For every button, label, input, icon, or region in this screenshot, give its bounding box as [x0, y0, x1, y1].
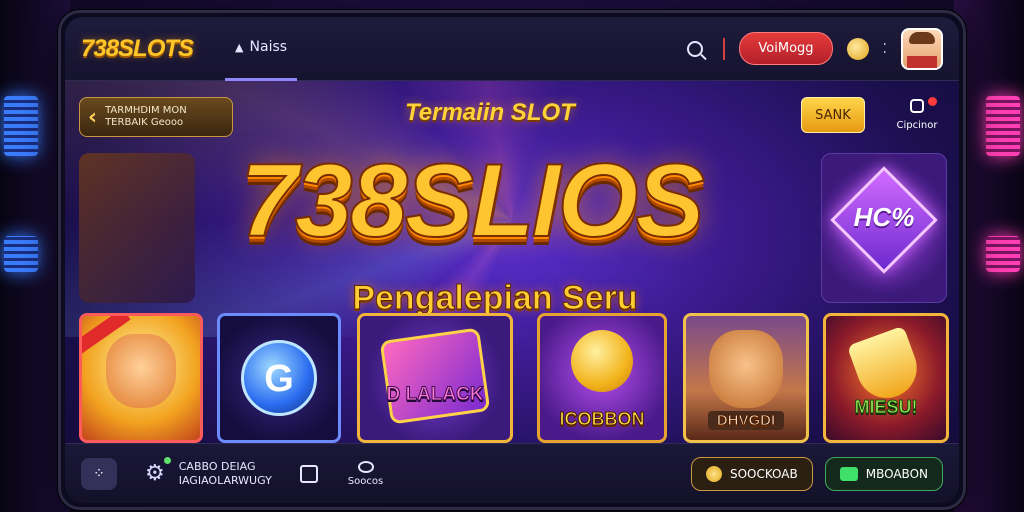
divider	[723, 37, 726, 60]
promo-chip-line1: TARMHDIM MON	[105, 105, 187, 116]
bottom-info-line2: IAGIAOLARWUGY	[178, 473, 272, 487]
promo-chip-line2: TERBAIK Geooo	[105, 117, 184, 128]
deposit-button[interactable]: SOOCKOAB	[690, 456, 813, 491]
nav-tab-label: Naiss	[249, 39, 288, 55]
game-label: DHVGDI	[708, 411, 784, 430]
top-right-actions: VoiMogg · ·	[681, 27, 943, 70]
game-tile-lalack[interactable]: D LALACK	[357, 313, 513, 443]
settings-button[interactable]: ⚙	[145, 457, 171, 486]
more-dots-icon[interactable]: · ·	[883, 38, 887, 60]
nav-tab-active[interactable]: ▲ Naiss	[225, 17, 298, 81]
bell-icon	[846, 325, 926, 407]
game-label: D LALACK	[386, 384, 484, 406]
gift-label: Cipcinor	[896, 120, 938, 131]
tiger-icon	[106, 334, 176, 408]
chat-nav-label: Soocos	[347, 475, 384, 487]
side-badge-label: HC%	[853, 202, 915, 232]
gem-box-icon	[379, 327, 491, 425]
game-tile-icobbon[interactable]: ICOBBON	[537, 313, 667, 443]
bag-icon[interactable]	[299, 464, 318, 483]
hero-side-card-right[interactable]: HC%	[821, 153, 947, 303]
home-button[interactable]: ⁘	[81, 457, 117, 490]
grid-icon: ⁘	[93, 465, 105, 482]
site-logo[interactable]: 738SLOTS	[81, 35, 194, 63]
game-tile-coin[interactable]: G	[217, 313, 341, 443]
coin-icon[interactable]	[846, 37, 869, 60]
avatar[interactable]	[901, 27, 943, 70]
game-label: G	[264, 358, 294, 400]
stage-light	[4, 96, 38, 156]
chat-nav-button[interactable]: Soocos	[347, 460, 384, 487]
search-icon	[687, 40, 704, 57]
hero-title: 738SLIOS	[239, 142, 706, 260]
message-label: MBOABON	[865, 466, 928, 481]
notification-dot	[928, 97, 937, 106]
search-button[interactable]	[681, 35, 709, 63]
stage-light	[986, 96, 1020, 156]
triangle-icon: ▲	[235, 40, 244, 54]
message-icon	[839, 466, 858, 481]
bottom-bar: ⁘ ⚙ CABBO DEIAG IAGIAOLARWUGY Soocos SOO…	[65, 443, 959, 503]
bottom-info: CABBO DEIAG IAGIAOLARWUGY	[179, 460, 272, 488]
gift-icon	[910, 99, 924, 113]
game-tile-tiger[interactable]	[79, 313, 203, 443]
stage-light	[986, 236, 1020, 272]
gear-icon: ⚙	[145, 461, 165, 486]
smiley-coin-icon	[571, 330, 633, 392]
bottom-right-actions: SOOCKOAB MBOABON	[690, 456, 943, 491]
game-tile-wolf[interactable]: DHVGDI	[683, 313, 809, 443]
game-label: ICOBBON	[559, 409, 645, 430]
game-tile-miesu[interactable]: MIESU!	[823, 313, 949, 443]
game-label: MIESU!	[854, 397, 918, 418]
chevron-left-icon: ‹	[88, 104, 98, 130]
app-screen: 738SLOTS ▲ Naiss VoiMogg · · ‹ TARMHDIM M…	[65, 17, 959, 503]
status-dot	[163, 457, 171, 464]
deposit-label: SOOCKOAB	[729, 466, 798, 481]
stage-light	[4, 236, 38, 272]
gift-button[interactable]: Cipcinor	[891, 97, 943, 131]
wolf-icon	[709, 330, 783, 408]
top-navigation-bar: 738SLOTS ▲ Naiss VoiMogg · ·	[65, 17, 959, 81]
message-button[interactable]: MBOABON	[824, 456, 943, 491]
tablet-frame: 738SLOTS ▲ Naiss VoiMogg · · ‹ TARMHDIM M…	[58, 10, 966, 510]
login-button[interactable]: VoiMogg	[739, 32, 833, 65]
rank-button[interactable]: SANK	[801, 97, 865, 133]
promo-title: Termaiin SLOT	[405, 99, 575, 126]
bottom-info-line1: CABBO DEIAG	[178, 459, 256, 473]
chat-icon	[357, 460, 374, 473]
trophy-icon	[705, 465, 722, 482]
back-promo-chip[interactable]: ‹ TARMHDIM MON TERBAIK Geooo	[79, 97, 233, 137]
